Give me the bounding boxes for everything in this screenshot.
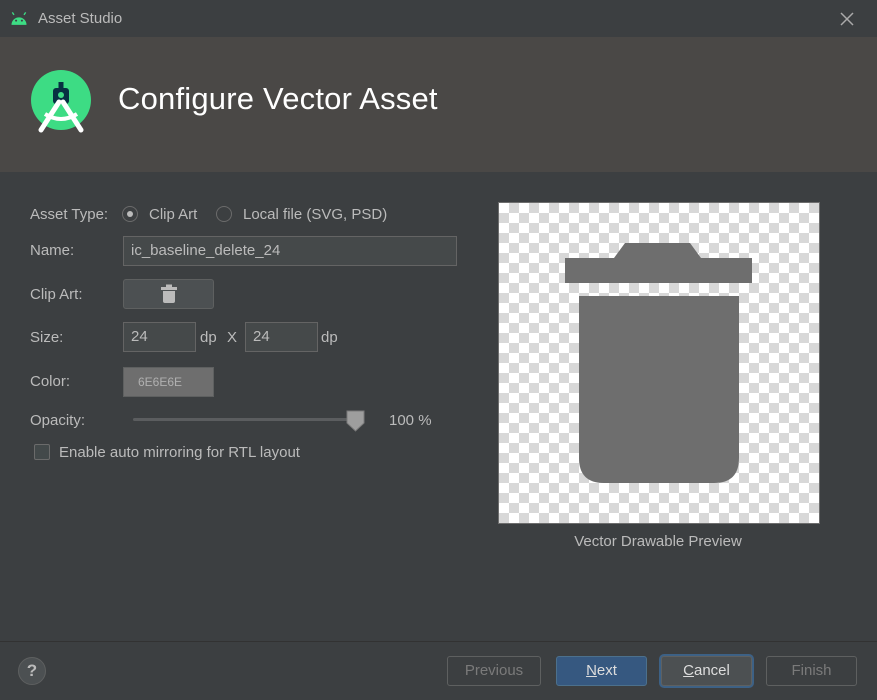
local-file-radio[interactable]: [216, 206, 232, 222]
delete-icon: [565, 243, 752, 483]
page-title: Configure Vector Asset: [118, 81, 438, 116]
color-picker[interactable]: 6E6E6E: [123, 367, 214, 397]
clip-art-radio[interactable]: [122, 206, 138, 222]
local-file-radio-label[interactable]: Local file (SVG, PSD): [243, 206, 387, 223]
footer-divider: [0, 641, 877, 642]
opacity-value: 100 %: [389, 412, 432, 429]
previous-button[interactable]: Previous: [447, 656, 541, 686]
opacity-label: Opacity:: [30, 412, 86, 429]
size-separator: X: [227, 329, 238, 346]
auto-mirroring-checkbox[interactable]: [34, 444, 50, 460]
finish-button[interactable]: Finish: [766, 656, 857, 686]
next-label: ext: [596, 662, 617, 679]
android-studio-logo-icon: [31, 70, 91, 133]
clip-art-button[interactable]: [123, 279, 214, 309]
size-label: Size:: [30, 329, 64, 346]
name-label: Name:: [30, 242, 75, 259]
auto-mirroring-label[interactable]: Enable auto mirroring for RTL layout: [59, 444, 300, 461]
preview-caption: Vector Drawable Preview: [574, 533, 742, 550]
title-bar: Asset Studio: [0, 0, 877, 37]
height-unit-label: dp: [321, 329, 338, 346]
cancel-button[interactable]: Cancel: [661, 656, 752, 686]
delete-icon: [160, 284, 177, 303]
name-input[interactable]: ic_baseline_delete_24: [123, 236, 457, 266]
close-icon: [840, 12, 854, 26]
width-unit-label: dp: [200, 329, 217, 346]
help-button[interactable]: ?: [18, 657, 46, 685]
opacity-slider-thumb[interactable]: [346, 410, 365, 432]
window-title: Asset Studio: [38, 10, 123, 27]
asset-type-label: Asset Type:: [30, 206, 109, 223]
next-button[interactable]: Next: [556, 656, 647, 686]
clip-art-radio-label[interactable]: Clip Art: [149, 206, 197, 223]
color-label: Color:: [30, 373, 71, 390]
cancel-label: ancel: [693, 662, 730, 679]
width-input[interactable]: 24: [123, 322, 196, 352]
height-input[interactable]: 24: [245, 322, 318, 352]
vector-preview: [498, 202, 820, 524]
android-icon: [11, 11, 27, 25]
clip-art-label: Clip Art:: [30, 286, 83, 303]
wizard-header: Configure Vector Asset: [0, 37, 877, 172]
close-button[interactable]: [837, 9, 857, 29]
opacity-slider-track[interactable]: [133, 418, 355, 421]
cancel-mnemonic: C: [683, 662, 694, 679]
next-mnemonic: N: [586, 662, 597, 679]
